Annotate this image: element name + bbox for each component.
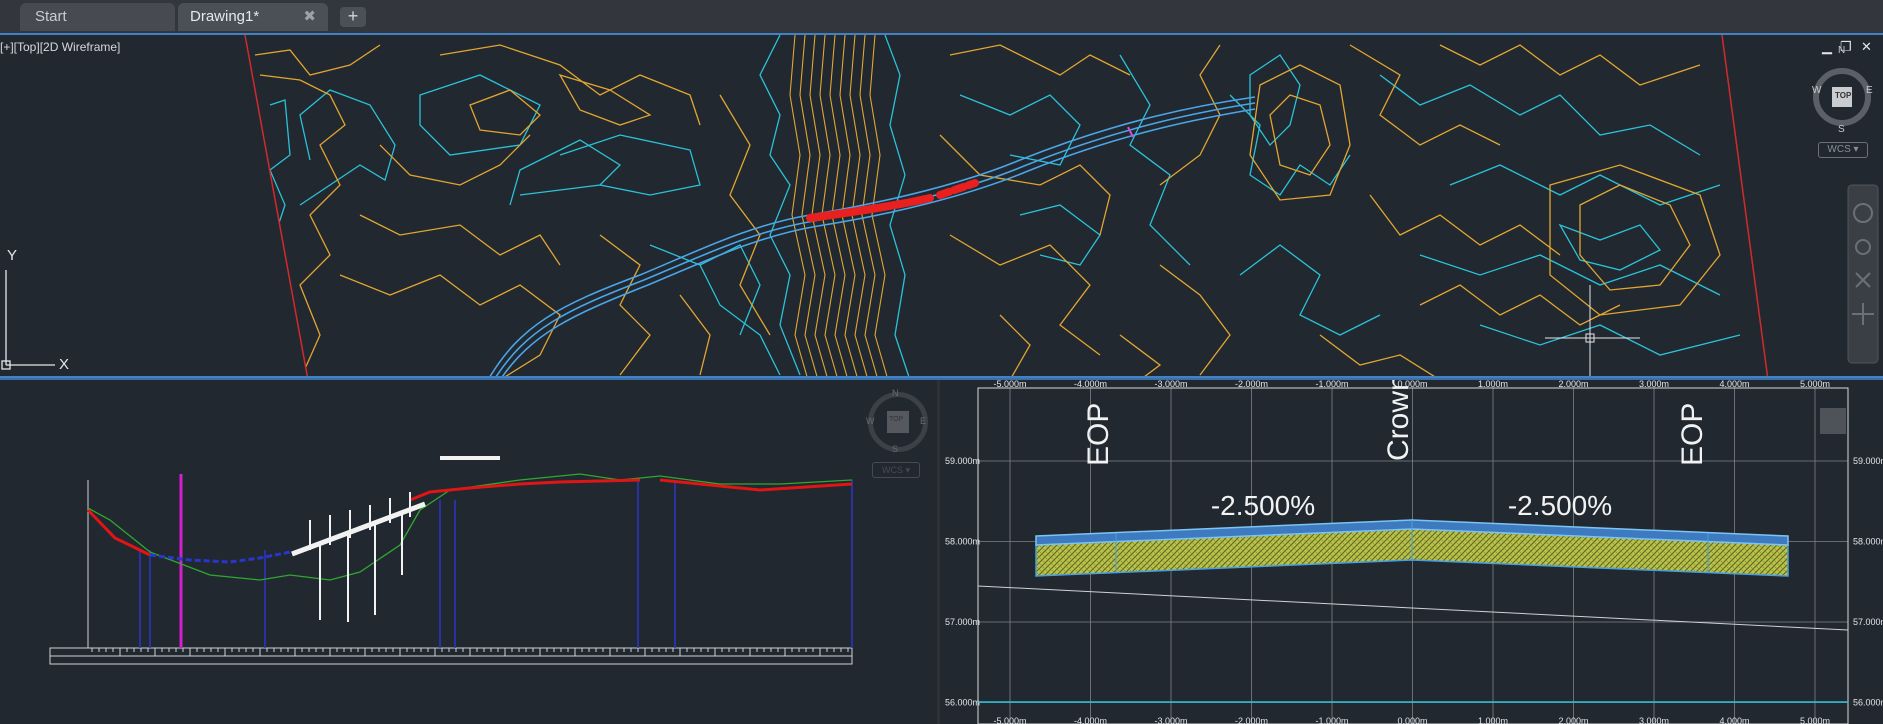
ucs-icon: [1, 270, 55, 370]
slope-right-label: -2.500%: [1508, 490, 1612, 521]
minimize-icon[interactable]: ▁: [1822, 39, 1832, 55]
viewport-label[interactable]: [+][Top][2D Wireframe]: [0, 40, 120, 54]
compass-east: E: [1866, 85, 1873, 96]
profile-verticals: [139, 480, 853, 648]
wcs-menu[interactable]: WCS ▾: [1818, 142, 1868, 158]
section-x-tick-label: -2.000m: [1235, 380, 1268, 389]
section-x-tick-label: -4.000m: [1074, 716, 1107, 724]
section-y-ticks: 59.000m 59.000m 58.000m 58.000m 57.000m 57.00…: [945, 456, 1883, 708]
tab-drawing1-label: Drawing1*: [190, 8, 260, 25]
section-y-tick-label: 57.000m: [1853, 617, 1883, 627]
section-y-tick-label: 59.000m: [1853, 456, 1883, 466]
existing-ground-profile: [87, 473, 853, 581]
section-x-tick-label: -1.000m: [1315, 380, 1348, 389]
navigation-bar[interactable]: [1847, 184, 1879, 364]
section-viewport[interactable]: -5.000m -5.000m -4.000m -4.000m -3.000m -3.00…: [940, 380, 1883, 724]
section-y-tick-label: 58.000m: [1853, 537, 1883, 547]
section-x-tick-label: -2.000m: [1235, 716, 1268, 724]
slope-left-label: -2.500%: [1211, 490, 1315, 521]
crosshair-cursor: [1545, 285, 1640, 376]
profile-compass-west: W: [866, 416, 875, 426]
section-x-tick-label: -4.000m: [1074, 380, 1107, 389]
compass-west: W: [1812, 85, 1822, 96]
eop-right-label: EOP: [1676, 403, 1709, 466]
profile-station-ticks: [91, 648, 849, 656]
design-profile[interactable]: [86, 478, 853, 557]
section-x-tick-label: 5.000m: [1800, 716, 1830, 724]
selected-segment[interactable]: [806, 179, 979, 222]
tab-start-label: Start: [35, 8, 67, 25]
section-x-tick-label: -1.000m: [1315, 716, 1348, 724]
section-x-tick-label: 1.000m: [1478, 380, 1508, 389]
close-viewport-icon[interactable]: ✕: [1861, 39, 1872, 55]
viewcube-face[interactable]: TOP: [1835, 91, 1851, 100]
section-x-tick-label: 4.000m: [1719, 380, 1749, 389]
profile-grid-band: [49, 480, 853, 665]
tab-start[interactable]: Start: [20, 3, 175, 31]
section-x-tick-label: 2.000m: [1558, 716, 1588, 724]
existing-ground-line: [977, 585, 1849, 631]
section-x-tick-label: -5.000m: [993, 380, 1026, 389]
section-x-tick-label: -3.000m: [1154, 716, 1187, 724]
section-x-tick-label: 4.000m: [1719, 716, 1749, 724]
section-y-tick-label: 57.000m: [945, 617, 980, 627]
new-tab-button[interactable]: +: [340, 7, 366, 27]
profile-viewcube-face[interactable]: TOP: [889, 416, 903, 423]
section-viewcube[interactable]: [1820, 408, 1846, 434]
terrain-surface: [254, 35, 1741, 376]
profile-wcs-menu[interactable]: WCS ▾: [872, 462, 920, 478]
ucs-x-label: X: [59, 356, 70, 373]
surface-boundary: [244, 35, 1769, 376]
plan-viewport[interactable]: [+][Top][2D Wireframe] ▁ ❐ ✕ N S W E TOP…: [0, 33, 1883, 378]
section-y-tick-label: 56.000m: [945, 698, 980, 708]
bridge-structure: [291, 456, 500, 622]
profile-viewport[interactable]: N S W E TOP WCS ▾: [0, 380, 937, 724]
road-assembly[interactable]: [1035, 519, 1789, 577]
profile-compass-south: S: [892, 444, 899, 454]
section-y-tick-label: 56.000m: [1853, 698, 1883, 708]
eop-left-label: EOP: [1082, 403, 1115, 466]
section-x-tick-label: 3.000m: [1639, 716, 1669, 724]
compass-north: N: [1838, 45, 1846, 56]
tab-drawing1[interactable]: Drawing1* ✖: [178, 3, 328, 31]
section-x-tick-label: -5.000m: [993, 716, 1026, 724]
profile-compass-east: E: [920, 416, 927, 426]
section-x-tick-label: 5.000m: [1800, 380, 1830, 389]
section-x-tick-label: 0.000m: [1397, 716, 1427, 724]
section-y-tick-label: 59.000m: [945, 456, 980, 466]
section-y-tick-label: 58.000m: [945, 537, 980, 547]
section-x-tick-label: 3.000m: [1639, 380, 1669, 389]
close-tab-icon[interactable]: ✖: [303, 3, 316, 31]
compass-south: S: [1838, 124, 1845, 135]
crown-label: Crown: [1382, 380, 1415, 461]
section-x-tick-label: -3.000m: [1154, 380, 1187, 389]
file-tab-bar: Start Drawing1* ✖ +: [0, 0, 1883, 33]
section-x-tick-label: 1.000m: [1478, 716, 1508, 724]
section-x-tick-label: 2.000m: [1558, 380, 1588, 389]
profile-compass-north: N: [892, 388, 899, 398]
ucs-y-label: Y: [7, 247, 18, 264]
